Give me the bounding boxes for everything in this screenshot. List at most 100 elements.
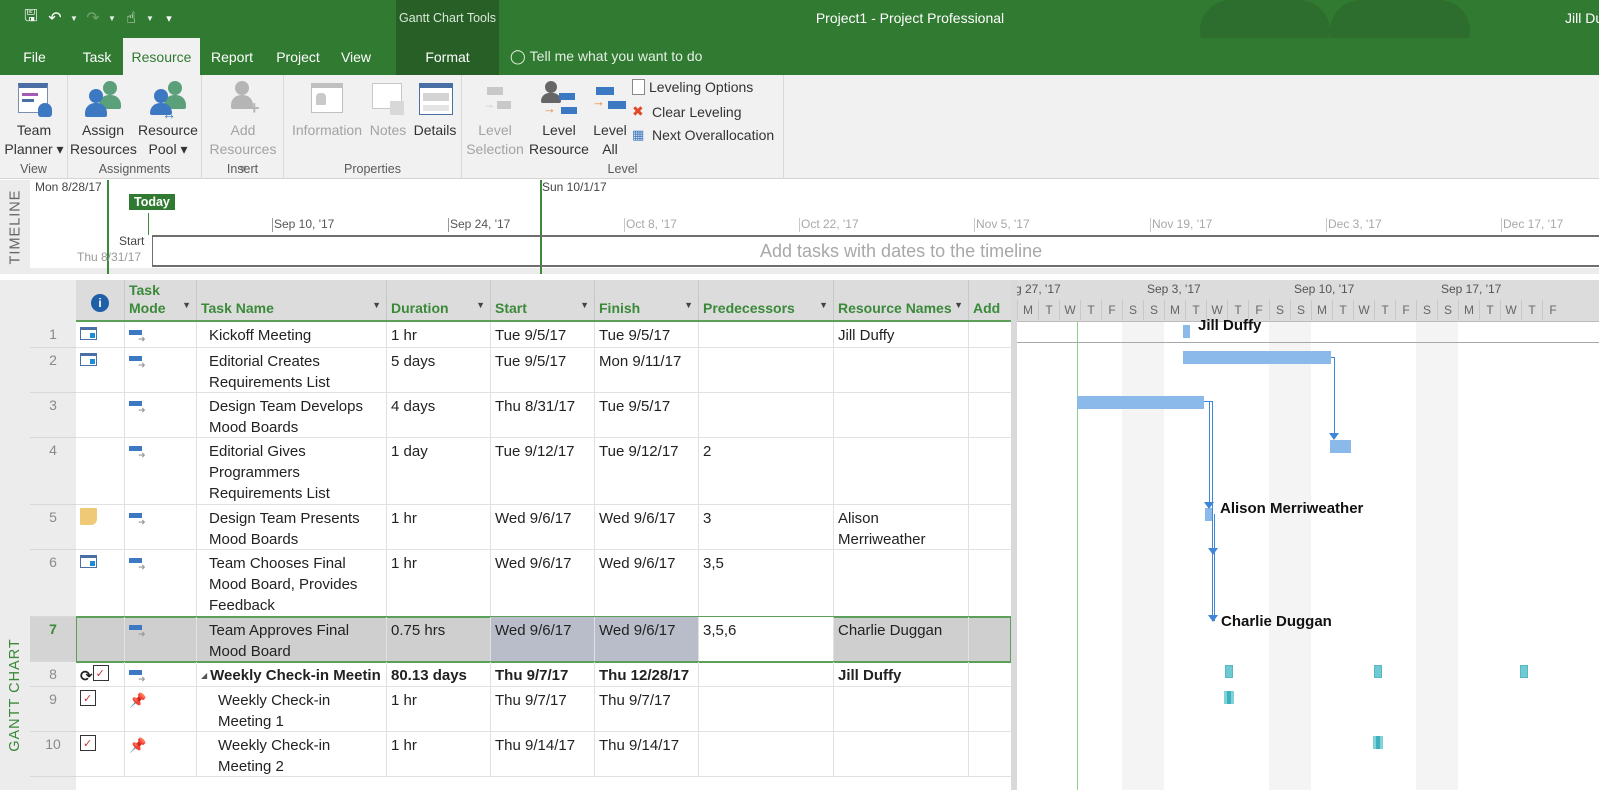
task-mode-cell[interactable]: [125, 505, 197, 549]
task-mode-cell[interactable]: [125, 322, 197, 347]
add-column-cell[interactable]: [969, 348, 1011, 392]
add-column-cell[interactable]: [969, 732, 1011, 776]
leveling-options-button[interactable]: Leveling Options: [632, 79, 753, 95]
start-cell[interactable]: Tue 9/5/17: [491, 348, 595, 392]
task-bar-1[interactable]: [1183, 325, 1190, 338]
resource-names-cell[interactable]: Jill Duffy: [834, 662, 969, 686]
table-row[interactable]: Team Approves FinalMood Board0.75 hrsWed…: [76, 616, 1011, 663]
task-name-cell[interactable]: Weekly Check-in Meeting 1: [197, 687, 387, 731]
task-mode-cell[interactable]: 📌: [125, 687, 197, 731]
table-row[interactable]: 📌Weekly Check-inMeeting 11 hrThu 9/7/17T…: [76, 687, 1011, 732]
team-planner-button[interactable]: Team Planner ▾: [4, 79, 64, 159]
information-button[interactable]: Information: [288, 79, 366, 140]
resource-names-cell[interactable]: Jill Duffy: [834, 322, 969, 347]
duration-cell[interactable]: 4 days: [387, 393, 491, 437]
undo-icon[interactable]: ↶: [46, 8, 64, 28]
predecessors-cell[interactable]: 3,5,6: [699, 617, 834, 661]
save-icon[interactable]: 🖫: [22, 8, 40, 28]
tab-format[interactable]: Format: [396, 38, 499, 75]
redo-icon[interactable]: ↷: [84, 8, 102, 28]
task-bar-9[interactable]: [1224, 691, 1234, 704]
start-cell[interactable]: Tue 9/12/17: [491, 438, 595, 504]
finish-cell[interactable]: Tue 9/12/17: [595, 438, 699, 504]
level-resource-button[interactable]: → Level Resource: [526, 79, 592, 159]
task-mode-cell[interactable]: [125, 550, 197, 616]
resource-names-cell[interactable]: [834, 550, 969, 616]
table-row[interactable]: ⟳◢Weekly Check-in Meetin80.13 daysThu 9/…: [76, 662, 1011, 687]
task-mode-cell[interactable]: [125, 662, 197, 686]
gantt-chart[interactable]: g 27, '17 Sep 3, '17 Sep 10, '17 Sep 17,…: [1017, 280, 1599, 790]
tab-resource[interactable]: Resource: [123, 38, 200, 75]
assign-resources-button[interactable]: Assign Resources: [70, 79, 137, 159]
task-bar-3[interactable]: [1077, 396, 1204, 409]
tab-project[interactable]: Project: [270, 38, 326, 75]
indicators-column-header[interactable]: i: [76, 280, 125, 320]
chevron-down-icon[interactable]: ▼: [954, 297, 963, 314]
chevron-down-icon[interactable]: ▼: [819, 297, 828, 314]
finish-cell[interactable]: Tue 9/5/17: [595, 393, 699, 437]
column-header-task-name[interactable]: Task Name ▼: [197, 280, 387, 320]
finish-cell[interactable]: Wed 9/6/17: [595, 505, 699, 549]
predecessors-cell[interactable]: 3: [699, 505, 834, 549]
summary-bar-occurrence[interactable]: [1225, 665, 1233, 678]
duration-cell[interactable]: 5 days: [387, 348, 491, 392]
resource-names-cell[interactable]: [834, 687, 969, 731]
tab-view[interactable]: View: [333, 38, 379, 75]
touch-mode-icon[interactable]: ☝: [122, 8, 140, 28]
row-number[interactable]: 9: [30, 687, 76, 732]
duration-cell[interactable]: 80.13 days: [387, 662, 491, 686]
column-header-finish[interactable]: Finish ▼: [595, 280, 699, 320]
level-all-button[interactable]: → Level All: [590, 79, 630, 159]
undo-dropdown[interactable]: ▼: [70, 14, 78, 23]
duration-cell[interactable]: 0.75 hrs: [387, 617, 491, 661]
chevron-down-icon[interactable]: ▼: [182, 297, 191, 314]
predecessors-cell[interactable]: [699, 687, 834, 731]
resource-names-cell[interactable]: [834, 438, 969, 504]
notes-button[interactable]: Notes: [367, 79, 409, 140]
row-number[interactable]: 10: [30, 732, 76, 777]
task-name-cell[interactable]: Design Team Develops Mood Boards: [197, 393, 387, 437]
add-column-cell[interactable]: [969, 393, 1011, 437]
task-mode-cell[interactable]: 📌: [125, 732, 197, 776]
chevron-down-icon[interactable]: ▼: [684, 297, 693, 314]
start-cell[interactable]: Wed 9/6/17: [491, 617, 595, 661]
add-column-cell[interactable]: [969, 617, 1011, 661]
task-bar-10[interactable]: [1373, 736, 1383, 749]
task-name-cell[interactable]: ◢ Weekly Check-in Meetin: [197, 662, 387, 686]
row-number[interactable]: 1: [30, 322, 76, 348]
details-button[interactable]: Details: [410, 79, 460, 140]
add-column-cell[interactable]: [969, 662, 1011, 686]
finish-cell[interactable]: Mon 9/11/17: [595, 348, 699, 392]
task-mode-cell[interactable]: [125, 348, 197, 392]
table-row[interactable]: Kickoff Meeting1 hrTue 9/5/17Tue 9/5/17J…: [76, 322, 1011, 348]
finish-cell[interactable]: Wed 9/6/17: [595, 550, 699, 616]
task-name-cell[interactable]: Weekly Check-in Meeting 2: [197, 732, 387, 776]
predecessors-cell[interactable]: 2: [699, 438, 834, 504]
tab-report[interactable]: Report: [205, 38, 259, 75]
row-number[interactable]: 3: [30, 393, 76, 438]
timeline-pane[interactable]: TIMELINE Mon 8/28/17 Sun 10/1/17 Today S…: [0, 180, 1599, 274]
table-row[interactable]: 📌Weekly Check-inMeeting 21 hrThu 9/14/17…: [76, 732, 1011, 777]
collapse-triangle-icon[interactable]: ◢: [201, 665, 207, 686]
resource-names-cell[interactable]: [834, 348, 969, 392]
row-number[interactable]: 7: [30, 617, 76, 662]
resource-names-cell[interactable]: Alison Merriweather: [834, 505, 969, 549]
tab-file[interactable]: File: [12, 38, 57, 75]
column-header-predecessors[interactable]: Predecessors ▼: [699, 280, 834, 320]
task-bar-4[interactable]: [1330, 440, 1351, 453]
start-cell[interactable]: Thu 9/7/17: [491, 662, 595, 686]
redo-dropdown[interactable]: ▼: [108, 14, 116, 23]
column-header-add-new[interactable]: Add: [969, 280, 1011, 320]
add-column-cell[interactable]: [969, 438, 1011, 504]
add-column-cell[interactable]: [969, 505, 1011, 549]
start-cell[interactable]: Tue 9/5/17: [491, 322, 595, 347]
add-column-cell[interactable]: [969, 322, 1011, 347]
finish-cell[interactable]: Tue 9/5/17: [595, 322, 699, 347]
task-name-cell[interactable]: Team Chooses Final Mood Board, Provides Fe…: [197, 550, 387, 616]
resource-pool-button[interactable]: ↔ Resource Pool ▾: [136, 79, 200, 159]
row-number[interactable]: 5: [30, 505, 76, 550]
table-row[interactable]: Design Team PresentsMood Boards1 hrWed 9…: [76, 505, 1011, 550]
row-number[interactable]: 8: [30, 662, 76, 687]
finish-cell[interactable]: Thu 12/28/17: [595, 662, 699, 686]
row-number[interactable]: 2: [30, 348, 76, 393]
